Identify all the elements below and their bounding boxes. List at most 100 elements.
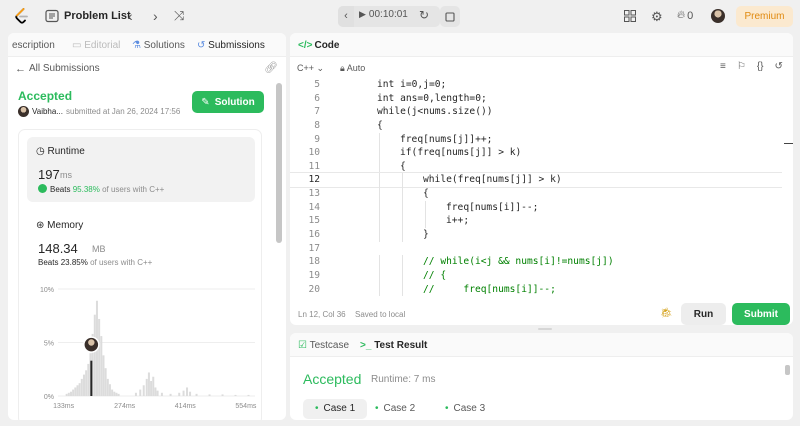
reset-code-icon[interactable]: ↺ (775, 61, 783, 72)
tab-editorial[interactable]: ▭ Editorial (72, 40, 120, 51)
code-line[interactable]: 7 while(j<nums.size()) (290, 105, 782, 119)
code-line[interactable]: 13{ (290, 187, 782, 201)
code-line[interactable]: 5 int i=0,j=0; (290, 78, 782, 92)
code-line[interactable]: 10 if(freq[nums[j]] > k) (290, 146, 782, 160)
case-tab-3[interactable]: • Case 3 (433, 399, 497, 419)
case-tab-1[interactable]: • Case 1 (303, 399, 368, 419)
layout-grid-icon[interactable] (624, 10, 636, 22)
code-line[interactable]: 12 while(freq[nums[j]] > k) (290, 172, 782, 189)
pass-dot-icon: • (315, 403, 319, 414)
indent-guide (402, 268, 403, 283)
prev-problem-chevron-icon[interactable]: ‹ (128, 8, 133, 24)
problem-list-icon[interactable] (45, 9, 59, 23)
tab-test-result[interactable]: >_ Test Result (360, 340, 427, 351)
language-select[interactable]: C++ ⌄ (297, 63, 324, 74)
runtime-label: ◷ Runtime (36, 146, 85, 157)
format-icon[interactable]: ≡ (720, 61, 726, 72)
user-avatar[interactable] (711, 9, 725, 23)
shuffle-icon[interactable]: ⤨ (174, 8, 184, 24)
histogram-bar (134, 392, 137, 396)
notes-button[interactable] (440, 6, 460, 27)
tab-description[interactable]: escription (12, 40, 55, 51)
memory-beats-suffix: of users with C++ (90, 258, 153, 267)
result-scrollbar[interactable] (785, 365, 790, 375)
code-text: int ans=0,length=0; (377, 92, 487, 104)
tab-test-result-label: Test Result (374, 340, 428, 351)
histogram-bar (113, 391, 116, 396)
history-icon: ↺ (197, 40, 209, 51)
run-button[interactable]: Run (681, 303, 726, 325)
premium-button[interactable]: Premium (736, 6, 793, 27)
timer-collapse-chevron-icon[interactable]: ‹ (338, 6, 354, 27)
case-tab-2[interactable]: • Case 2 (363, 399, 427, 419)
save-status: Saved to local (355, 310, 406, 319)
bookmark-icon[interactable]: ⚐ (737, 61, 746, 72)
settings-gear-icon[interactable]: ⚙ (651, 9, 663, 25)
line-number: 19 (308, 269, 320, 281)
avatar-face (88, 339, 95, 346)
code-line[interactable]: 8{ (290, 119, 782, 133)
all-submissions-link[interactable]: All Submissions (29, 63, 100, 74)
code-text: // freq[nums[i]]--; (423, 283, 556, 295)
case-tab-2-label: Case 2 (383, 403, 416, 414)
y-tick-label: 5% (44, 341, 54, 348)
leetcode-logo-icon[interactable] (14, 8, 30, 25)
next-problem-chevron-icon[interactable]: › (153, 8, 158, 24)
indent-guide (402, 228, 403, 242)
code-line[interactable]: 15 i++; (290, 214, 782, 229)
line-number: 9 (314, 133, 320, 145)
auto-mode-toggle[interactable]: 🔒︎ Auto (340, 63, 365, 74)
code-line[interactable]: 6 int ans=0,length=0; (290, 92, 782, 106)
checkbox-icon: ☑ (298, 340, 310, 351)
code-line[interactable]: 19 // { (290, 268, 782, 283)
histogram-bar (72, 389, 75, 396)
indent-guide (379, 187, 380, 201)
author-name[interactable]: Vaibha... (32, 107, 63, 116)
code-panel-title: </> Code (298, 40, 339, 51)
code-line[interactable]: 11 { (290, 159, 782, 174)
timer-text: 00:10:01 (368, 9, 408, 20)
streak-count: 0 (687, 9, 694, 22)
reset-timer-icon[interactable]: ↻ (419, 8, 429, 22)
code-line[interactable]: 18 // while(i<j && nums[i]!=nums[j]) (290, 255, 782, 269)
code-text: freq[nums[j]]++; (400, 133, 493, 145)
histogram-bar (111, 389, 114, 396)
pass-dot-icon: • (375, 403, 379, 414)
code-line[interactable]: 14 freq[nums[i]]--; (290, 200, 782, 215)
runtime-distribution-chart[interactable]: 10% 5% 0% 133ms 274ms 414ms 554ms (30, 281, 260, 411)
code-line[interactable]: 9 freq[nums[j]]++; (290, 132, 782, 147)
code-line[interactable]: 16} (290, 228, 782, 242)
streak-counter[interactable]: 🔥︎ 0 (677, 9, 693, 22)
tab-submissions[interactable]: ↺ Submissions (197, 40, 265, 51)
line-number: 13 (308, 188, 320, 200)
histogram-bar (93, 314, 96, 396)
code-area[interactable]: 5 int i=0,j=0; 6 int ans=0,length=0; 7 while(… (290, 78, 782, 296)
histogram-bar (150, 381, 153, 396)
histogram-bar (74, 387, 77, 396)
problem-list-link[interactable]: Problem List (64, 10, 131, 22)
memory-chip-icon: ⊛ (36, 220, 48, 231)
submit-button[interactable]: Submit (732, 303, 790, 325)
panel-resize-handle[interactable] (538, 328, 552, 330)
tab-solutions[interactable]: ⚗ Solutions (132, 40, 185, 51)
code-line[interactable]: 17 (290, 242, 782, 256)
debug-icon[interactable]: 🐞︎ (660, 308, 673, 319)
tab-testcase[interactable]: ☑ Testcase (298, 340, 349, 351)
indent-guide (379, 200, 380, 215)
share-link-icon[interactable]: 🔗︎ (264, 61, 278, 74)
code-line[interactable]: 20 // freq[nums[i]]--; (290, 282, 782, 296)
left-scrollbar[interactable] (276, 83, 282, 243)
y-tick-label: 0% (44, 394, 54, 401)
braces-icon[interactable]: {} (757, 61, 764, 72)
line-number: 11 (308, 160, 320, 172)
post-solution-button[interactable]: ✎ Solution (192, 91, 264, 113)
memory-label: ⊛ Memory (36, 220, 83, 231)
memory-label-text: Memory (47, 220, 84, 231)
timer-control[interactable]: ▶ 00:10:01 (359, 9, 408, 20)
histogram-bar (152, 376, 155, 396)
back-arrow-icon[interactable]: ← (15, 63, 26, 75)
indent-guide (379, 173, 380, 188)
indent-guide (379, 228, 380, 242)
histogram-bar (178, 392, 181, 396)
histogram-bar (169, 393, 172, 396)
